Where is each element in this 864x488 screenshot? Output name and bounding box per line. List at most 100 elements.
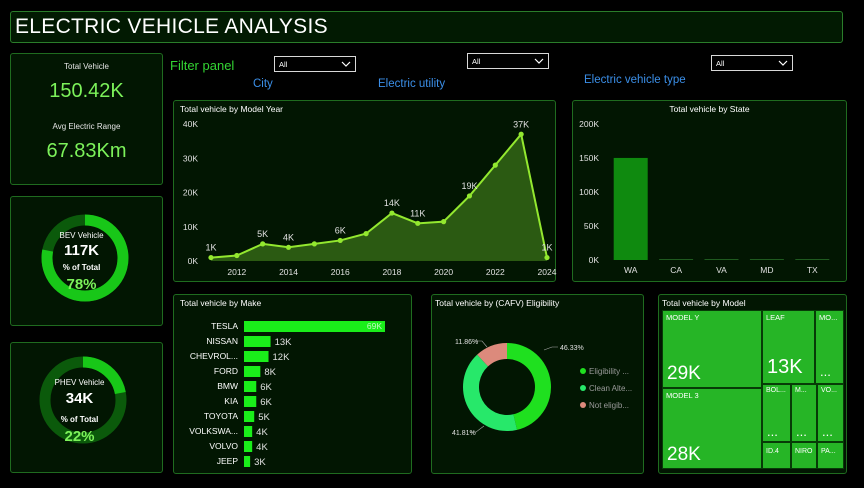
treemap-cell-value: 28K	[667, 444, 701, 465]
bar-va[interactable]	[704, 259, 739, 260]
data-point[interactable]	[466, 193, 473, 199]
x-tick-label: 2024	[538, 267, 557, 277]
data-point[interactable]	[441, 219, 447, 225]
data-label: 6K	[335, 225, 346, 235]
y-tick-label: 0K	[188, 256, 199, 266]
data-point[interactable]	[389, 210, 395, 216]
make-label: VOLKSWA...	[189, 426, 238, 436]
data-label: 12K	[273, 352, 291, 363]
y-tick-label: 10K	[183, 222, 198, 232]
make-label: FORD	[214, 366, 238, 376]
data-label: 11K	[410, 208, 425, 218]
data-point[interactable]	[234, 252, 240, 259]
phev-pct: 22%	[64, 428, 95, 445]
data-point[interactable]	[260, 241, 266, 247]
make-bar[interactable]	[244, 426, 253, 437]
slice-label: 41.81%	[452, 430, 476, 437]
treemap-cell-model-y[interactable]: MODEL Y 29K	[662, 310, 762, 388]
bar-wa[interactable]	[613, 157, 648, 260]
data-label: 4K	[256, 442, 268, 453]
treemap-cell-value: 29K	[667, 363, 701, 384]
phev-value: 34K	[65, 390, 94, 407]
x-tick-label: 2018	[382, 267, 401, 277]
avg-range-value: 67.83Km	[46, 140, 127, 162]
make-label: NISSAN	[206, 336, 238, 346]
data-point[interactable]	[492, 162, 498, 168]
data-point[interactable]	[311, 241, 317, 247]
legend-label[interactable]: Not eligib...	[589, 401, 629, 410]
make-bar[interactable]	[244, 336, 271, 347]
chevron-down-icon	[778, 60, 788, 66]
legend-marker	[580, 385, 586, 391]
treemap-cell-pa[interactable]: PA...	[817, 442, 844, 469]
treemap-cell-bol[interactable]: BOL... ...	[762, 384, 791, 442]
treemap-cell-name: M...	[795, 387, 807, 394]
make-bar[interactable]	[244, 456, 251, 467]
treemap-cell-name: ID.4	[766, 448, 779, 455]
data-point[interactable]	[337, 237, 343, 244]
y-tick-label: 100K	[579, 187, 599, 197]
ev-type-label: Electric vehicle type	[584, 74, 686, 86]
treemap-cell-niro[interactable]: NIRO	[791, 442, 817, 469]
bar-ca[interactable]	[659, 259, 694, 260]
x-tick-label: MD	[760, 265, 773, 275]
legend-label[interactable]: Eligibility ...	[589, 367, 629, 376]
model-year-area-chart: 0K 10K 20K 30K 40K 2012 2014 2016 2018 2020 2022 20…	[183, 119, 557, 277]
bar-md[interactable]	[749, 259, 784, 260]
treemap-cell-name: PA...	[821, 448, 836, 455]
treemap-cell-name: MO...	[819, 313, 838, 322]
make-bar[interactable]	[244, 441, 253, 452]
make-bar[interactable]	[244, 396, 257, 407]
x-tick-label: TX	[807, 265, 818, 275]
total-vehicle-label: Total Vehicle	[64, 62, 109, 71]
chevron-down-icon	[534, 58, 544, 64]
city-label: City	[253, 78, 273, 90]
city-dropdown[interactable]: All	[274, 56, 356, 72]
treemap-cell-id4[interactable]: ID.4	[762, 442, 791, 469]
make-bar[interactable]	[244, 321, 385, 332]
make-label: VOLVO	[209, 441, 238, 451]
ev-type-dropdown[interactable]: All	[711, 55, 793, 71]
data-point[interactable]	[518, 131, 524, 137]
utility-dropdown[interactable]: All	[467, 53, 549, 69]
x-tick-label: 2022	[486, 267, 505, 277]
bev-card: BEV Vehicle 117K % of Total 78%	[10, 196, 163, 326]
leader-line	[543, 346, 558, 351]
y-tick-label: 50K	[584, 221, 599, 231]
treemap-cell-value: ...	[822, 424, 833, 439]
slice-clean-alternative[interactable]	[462, 354, 518, 432]
bev-label: BEV Vehicle	[59, 231, 104, 240]
x-tick-label: 2014	[279, 267, 298, 277]
bar-tx[interactable]	[795, 259, 830, 260]
treemap-cell-leaf[interactable]: LEAF 13K	[762, 310, 815, 384]
data-point[interactable]	[363, 231, 369, 237]
make-label: KIA	[224, 396, 238, 406]
treemap-cell-m[interactable]: M... ...	[791, 384, 817, 442]
legend-marker	[580, 402, 586, 408]
make-bar[interactable]	[244, 411, 255, 422]
y-tick-label: 30K	[183, 153, 198, 163]
make-bar[interactable]	[244, 366, 261, 377]
phev-donut	[39, 356, 127, 444]
treemap-cell-name: NIRO	[795, 448, 813, 455]
treemap-cell-name: MODEL Y	[666, 313, 700, 322]
data-point[interactable]	[285, 244, 292, 250]
data-point[interactable]	[544, 254, 550, 261]
legend-label[interactable]: Clean Alte...	[589, 384, 632, 393]
data-point[interactable]	[208, 254, 214, 261]
data-label: 3K	[254, 457, 266, 468]
data-label: 13K	[275, 337, 293, 348]
make-bar[interactable]	[244, 381, 257, 392]
treemap-cell-vo[interactable]: VO... ...	[817, 384, 844, 442]
make-bar[interactable]	[244, 351, 269, 362]
cafv-donut-chart: 46.33% 41.81% 11.86% Eligibility ... Clean A…	[452, 339, 632, 437]
data-label: 1K	[541, 243, 552, 253]
treemap-cell-value: ...	[796, 424, 807, 439]
treemap-cell-value: 13K	[767, 356, 803, 378]
treemap-cell-value: ...	[820, 364, 831, 379]
treemap-cell-mo[interactable]: MO... ...	[815, 310, 844, 384]
slice-label: 11.86%	[455, 339, 478, 346]
treemap-cell-model-3[interactable]: MODEL 3 28K	[662, 388, 762, 469]
data-point[interactable]	[415, 220, 421, 226]
treemap-cell-name: MODEL 3	[666, 391, 699, 400]
